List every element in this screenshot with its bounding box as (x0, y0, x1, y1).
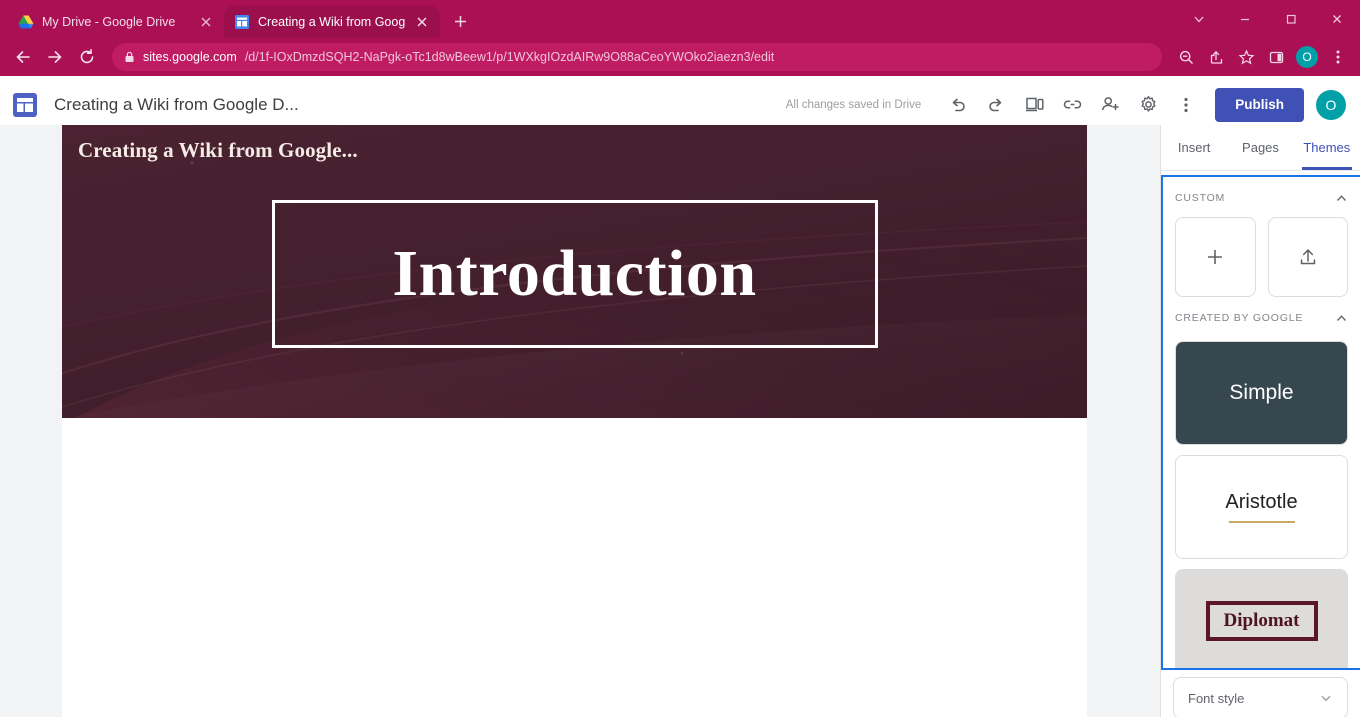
panel-tabs: Insert Pages Themes (1161, 125, 1360, 171)
chevron-up-icon[interactable] (1335, 192, 1348, 205)
tab-pages[interactable]: Pages (1227, 125, 1293, 170)
tab-strip: My Drive - Google Drive Creating a Wiki … (0, 0, 1360, 38)
share-icon[interactable] (1202, 43, 1230, 71)
section-label: CUSTOM (1175, 192, 1226, 204)
add-theme-button[interactable] (1175, 217, 1256, 297)
custom-theme-actions (1175, 217, 1348, 297)
font-style-label: Font style (1188, 690, 1245, 706)
omnibox-actions: O (1172, 43, 1352, 71)
side-panel-icon[interactable] (1262, 43, 1290, 71)
new-tab-button[interactable] (446, 7, 474, 35)
close-icon[interactable] (198, 14, 214, 30)
site-name-title[interactable]: Creating a Wiki from Google... (78, 138, 358, 163)
minimize-icon[interactable] (1222, 0, 1268, 38)
three-dot-menu-icon[interactable] (1324, 43, 1352, 71)
zoom-icon[interactable] (1172, 43, 1200, 71)
window-controls (1176, 0, 1360, 38)
theme-name: Aristotle (1225, 491, 1298, 513)
tab-search-chevron-icon[interactable] (1176, 0, 1222, 38)
url-path: /d/1f-IOxDmzdSQH2-NaPgk-oTc1d8wBeew1/p/1… (244, 50, 775, 64)
tab-title: My Drive - Google Drive (42, 15, 176, 29)
lock-icon (124, 51, 135, 63)
close-icon[interactable] (1314, 0, 1360, 38)
themes-panel: Insert Pages Themes CUSTOM CREATED BY GO… (1160, 125, 1360, 717)
section-label: CREATED BY GOOGLE (1175, 312, 1304, 324)
omnibox-toolbar: sites.google.com/d/1f-IOxDmzdSQH2-NaPgk-… (0, 38, 1360, 76)
browser-window: My Drive - Google Drive Creating a Wiki … (0, 0, 1360, 717)
close-icon[interactable] (414, 14, 430, 30)
theme-accent-rule (1228, 521, 1295, 523)
back-button[interactable] (8, 42, 38, 72)
google-sites-icon (234, 14, 250, 30)
theme-name-box: Diplomat (1205, 601, 1318, 641)
tab-title: Creating a Wiki from Google Doc (258, 15, 406, 29)
theme-card-simple[interactable]: Simple (1175, 341, 1348, 445)
chevron-up-icon[interactable] (1335, 312, 1348, 325)
reload-button[interactable] (72, 42, 102, 72)
work-area: Creating a Wiki from Google... Introduct… (0, 125, 1360, 717)
page-title-box[interactable]: Introduction (271, 200, 878, 348)
site-page: Creating a Wiki from Google... Introduct… (62, 125, 1087, 717)
theme-name: Diplomat (1223, 610, 1300, 631)
theme-preview: Simple (1176, 342, 1347, 444)
more-vert-icon[interactable] (1167, 86, 1205, 124)
upload-theme-button[interactable] (1267, 217, 1348, 297)
url-bar[interactable]: sites.google.com/d/1f-IOxDmzdSQH2-NaPgk-… (112, 43, 1162, 71)
theme-preview: Aristotle (1176, 456, 1347, 558)
created-by-google-section-header[interactable]: CREATED BY GOOGLE (1175, 305, 1348, 331)
custom-section-header[interactable]: CUSTOM (1175, 185, 1348, 211)
theme-name: Simple (1229, 381, 1294, 404)
google-drive-icon (18, 14, 34, 30)
site-canvas: Creating a Wiki from Google... Introduct… (0, 125, 1160, 717)
theme-preview: Diplomat (1176, 570, 1347, 668)
add-editor-icon[interactable] (1091, 86, 1129, 124)
plus-icon (1208, 250, 1223, 264)
url-domain: sites.google.com (143, 50, 237, 64)
forward-button[interactable] (40, 42, 70, 72)
theme-card-diplomat[interactable]: Diplomat (1175, 569, 1348, 668)
maximize-icon[interactable] (1268, 0, 1314, 38)
undo-icon[interactable] (939, 86, 977, 124)
browser-profile-avatar[interactable]: O (1296, 46, 1318, 68)
save-status-text: All changes saved in Drive (785, 98, 922, 111)
tab-insert[interactable]: Insert (1161, 125, 1227, 170)
upload-icon (1300, 249, 1315, 265)
tab-themes[interactable]: Themes (1294, 125, 1360, 170)
redo-icon[interactable] (977, 86, 1015, 124)
site-banner[interactable]: Creating a Wiki from Google... Introduct… (62, 125, 1087, 418)
browser-tab-my-drive[interactable]: My Drive - Google Drive (8, 6, 224, 38)
browser-tab-google-sites[interactable]: Creating a Wiki from Google Doc (224, 6, 440, 38)
font-style-select[interactable]: Font style (1173, 677, 1348, 717)
publish-button[interactable]: Publish (1215, 87, 1304, 122)
google-sites-icon[interactable] (12, 92, 38, 118)
avatar[interactable]: O (1316, 89, 1346, 120)
themes-list[interactable]: CUSTOM CREATED BY GOOGLE Simple Aristotl… (1161, 175, 1360, 670)
settings-gear-icon[interactable] (1129, 86, 1167, 124)
page-heading: Introduction (392, 237, 757, 310)
preview-icon[interactable] (1015, 86, 1053, 124)
page-title[interactable]: Creating a Wiki from Google D... (54, 95, 299, 115)
copy-link-icon[interactable] (1053, 86, 1091, 124)
theme-card-aristotle[interactable]: Aristotle (1175, 455, 1348, 559)
chevron-down-icon[interactable] (1319, 691, 1333, 705)
bookmark-star-icon[interactable] (1232, 43, 1260, 71)
